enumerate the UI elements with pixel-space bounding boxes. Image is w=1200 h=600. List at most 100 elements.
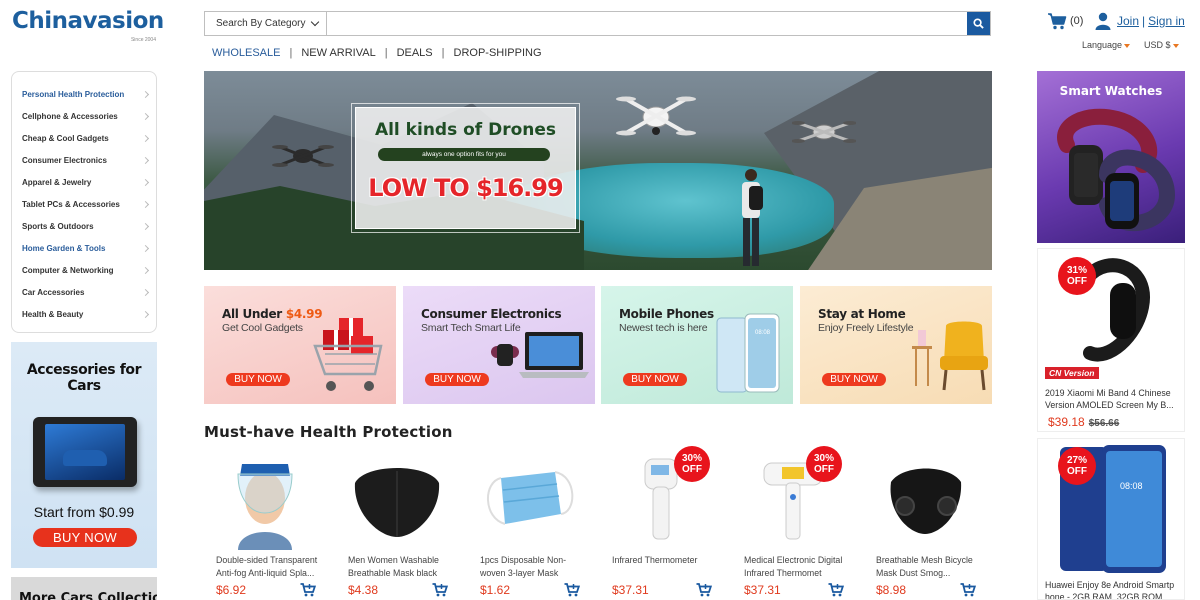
- promo-title: Stay at Home: [818, 307, 906, 321]
- category-health-beauty[interactable]: Health & Beauty: [12, 303, 156, 325]
- hero-price: LOW TO $16.99: [368, 174, 563, 202]
- search-category-label: Search By Category: [216, 18, 306, 29]
- category-label: Apparel & Jewelry: [22, 177, 92, 187]
- product-name: Men Women Washable Breathable Mask black: [348, 555, 439, 578]
- promo-buy-now-button[interactable]: BUY NOW: [623, 373, 687, 386]
- product-name: Huawei Enjoy 8e Android Smartp hone - 2G…: [1045, 580, 1175, 600]
- discount-badge: 30% OFF: [674, 446, 710, 482]
- product-price: $39.18: [1048, 415, 1085, 429]
- add-to-cart-icon[interactable]: [960, 583, 976, 597]
- category-computer[interactable]: Computer & Networking: [12, 259, 156, 281]
- side-product-card[interactable]: 31% OFF CN Version 2019 Xiaomi Mi Band 4…: [1037, 248, 1185, 432]
- discount-percent: 27%: [1066, 455, 1087, 466]
- promo-buy-now-button[interactable]: BUY NOW: [822, 373, 886, 386]
- product-card[interactable]: Double-sided Transparent Anti-fog Anti-l…: [204, 446, 326, 600]
- chevron-right-icon: [141, 112, 150, 120]
- product-card[interactable]: 1pcs Disposable Non-woven 3-layer Mask $…: [468, 446, 590, 600]
- account-links: Join | Sign in: [1095, 12, 1185, 30]
- cart-button[interactable]: (0): [1047, 12, 1083, 30]
- nav-drop-shipping[interactable]: DROP-SHIPPING: [454, 47, 542, 59]
- hero-banner[interactable]: All kinds of Drones always one option fi…: [204, 71, 992, 270]
- discount-badge: 31% OFF: [1058, 257, 1096, 295]
- category-cellphone[interactable]: Cellphone & Accessories: [12, 105, 156, 127]
- logo-text: Chinavasion: [12, 8, 164, 34]
- category-consumer-electronics[interactable]: Consumer Electronics: [12, 149, 156, 171]
- product-card[interactable]: 30% OFF Infrared Thermometer $37.31: [600, 446, 722, 600]
- search-category-dropdown[interactable]: Search By Category: [205, 12, 327, 35]
- category-menu: Personal Health Protection Cellphone & A…: [11, 71, 157, 333]
- promo-subtitle: Get Cool Gadgets: [222, 322, 303, 334]
- nav-separator: |: [289, 47, 293, 59]
- user-icon: [1095, 12, 1111, 30]
- add-to-cart-icon[interactable]: [432, 583, 448, 597]
- product-old-price: $56.66: [1088, 418, 1120, 429]
- promo-stay-at-home[interactable]: Stay at Home Enjoy Freely Lifestyle BUY …: [800, 286, 992, 404]
- product-price: $37.31: [744, 583, 781, 597]
- language-label: Language: [1082, 40, 1123, 50]
- promo-title-text: All Under: [222, 307, 286, 321]
- car-accessories-banner[interactable]: Accessories for Cars Start from $0.99 BU…: [11, 342, 157, 568]
- language-selector[interactable]: Language: [1082, 40, 1131, 50]
- promo-gadgets[interactable]: All Under $4.99 Get Cool Gadgets BUY NOW: [204, 286, 396, 404]
- product-price: $4.38: [348, 583, 379, 597]
- product-name: Double-sided Transparent Anti-fog Anti-l…: [216, 555, 318, 578]
- more-cars-banner[interactable]: More Cars Collection: [11, 577, 157, 600]
- category-label: Sports & Outdoors: [22, 221, 94, 231]
- car-stereo-image: [33, 417, 137, 487]
- add-to-cart-icon[interactable]: [300, 583, 316, 597]
- promo-buy-now-button[interactable]: BUY NOW: [425, 373, 489, 386]
- promo-buy-now-button[interactable]: BUY NOW: [226, 373, 290, 386]
- caret-down-icon: [1172, 43, 1179, 48]
- add-to-cart-icon[interactable]: [828, 583, 844, 597]
- product-name: Medical Electronic Digital Infrared Ther…: [744, 555, 843, 578]
- bicycle-mask-image: [864, 446, 986, 550]
- category-personal-health[interactable]: Personal Health Protection: [12, 83, 156, 105]
- product-name: 1pcs Disposable Non-woven 3-layer Mask: [480, 555, 567, 578]
- version-tag: CN Version: [1045, 367, 1099, 379]
- smart-watches-banner[interactable]: Smart Watches: [1037, 71, 1185, 243]
- black-mask-icon: [354, 468, 440, 537]
- nav-wholesale[interactable]: WHOLESALE: [212, 47, 280, 59]
- category-sports[interactable]: Sports & Outdoors: [12, 215, 156, 237]
- add-to-cart-icon[interactable]: [696, 583, 712, 597]
- category-label: Personal Health Protection: [22, 89, 125, 99]
- nav-deals[interactable]: DEALS: [397, 47, 433, 59]
- svg-text:08:08: 08:08: [1120, 481, 1143, 491]
- category-label: Health & Beauty: [22, 309, 84, 319]
- side-product-card[interactable]: 08:08 27% OFF Huawei Enjoy 8e Android Sm…: [1037, 438, 1185, 600]
- discount-badge: 27% OFF: [1058, 447, 1096, 485]
- category-label: Consumer Electronics: [22, 155, 107, 165]
- product-price: $1.62: [480, 583, 511, 597]
- product-price: $6.92: [216, 583, 247, 597]
- category-gadgets[interactable]: Cheap & Cool Gadgets: [12, 127, 156, 149]
- promo-consumer-electronics[interactable]: Consumer Electronics Smart Tech Smart Li…: [403, 286, 595, 404]
- currency-selector[interactable]: USD $: [1144, 40, 1179, 50]
- search-input[interactable]: [327, 12, 967, 35]
- car-ad-buy-now-button[interactable]: BUY NOW: [33, 528, 137, 547]
- discount-off-label: OFF: [814, 464, 834, 475]
- join-link[interactable]: Join: [1117, 14, 1139, 28]
- chevron-right-icon: [141, 200, 150, 208]
- promo-subtitle: Enjoy Freely Lifestyle: [818, 322, 914, 334]
- add-to-cart-icon[interactable]: [564, 583, 580, 597]
- category-label: Tablet PCs & Accessories: [22, 199, 120, 209]
- category-label: Cheap & Cool Gadgets: [22, 133, 109, 143]
- sign-in-link[interactable]: Sign in: [1148, 14, 1185, 28]
- product-card[interactable]: Men Women Washable Breathable Mask black…: [336, 446, 458, 600]
- search-button[interactable]: [967, 12, 990, 35]
- promo-mobile-phones[interactable]: Mobile Phones Newest tech is here 08:08 …: [601, 286, 793, 404]
- category-car-accessories[interactable]: Car Accessories: [12, 281, 156, 303]
- category-home-garden[interactable]: Home Garden & Tools: [12, 237, 156, 259]
- car-stereo-screen: [45, 424, 125, 480]
- phones-image: 08:08: [716, 313, 780, 393]
- product-card[interactable]: Breathable Mesh Bicycle Mask Dust Smog..…: [864, 446, 986, 600]
- category-apparel[interactable]: Apparel & Jewelry: [12, 171, 156, 193]
- nav-new-arrival[interactable]: NEW ARRIVAL: [301, 47, 375, 59]
- chevron-right-icon: [141, 134, 150, 142]
- discount-off-label: OFF: [1067, 276, 1087, 287]
- product-card[interactable]: 30% OFF Medical Electronic Digital Infra…: [732, 446, 854, 600]
- logo-since: Since 2004: [130, 37, 156, 43]
- logo[interactable]: Chinavasion Since 2004: [12, 8, 164, 43]
- promo-title: Consumer Electronics: [421, 307, 562, 321]
- category-tablets[interactable]: Tablet PCs & Accessories: [12, 193, 156, 215]
